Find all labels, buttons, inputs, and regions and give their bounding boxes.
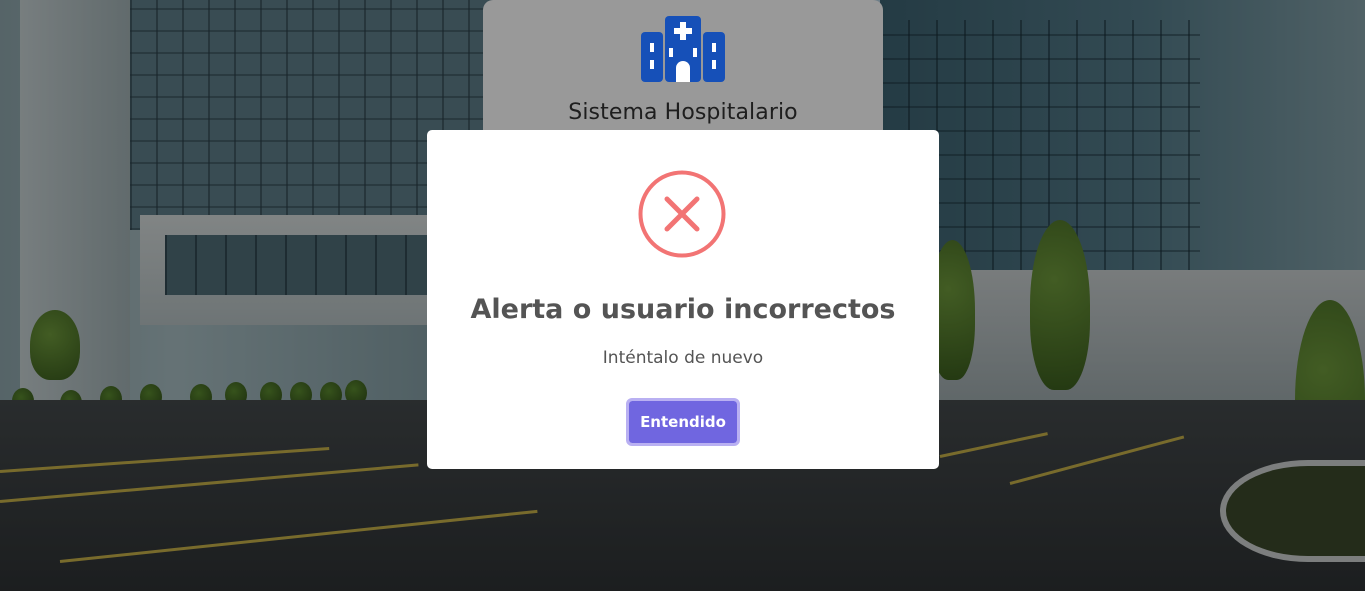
confirm-button[interactable]: Entendido bbox=[626, 398, 740, 446]
alert-title: Alerta o usuario incorrectos bbox=[470, 294, 896, 325]
login-page: Sistema Hospitalario Alerta o usuario in… bbox=[0, 0, 1365, 591]
alert-message: Inténtalo de nuevo bbox=[602, 348, 764, 368]
error-alert-dialog: Alerta o usuario incorrectos Inténtalo d… bbox=[427, 130, 939, 469]
app-title: Sistema Hospitalario bbox=[568, 100, 798, 125]
hospital-icon bbox=[641, 16, 725, 82]
error-x-icon bbox=[638, 170, 726, 258]
